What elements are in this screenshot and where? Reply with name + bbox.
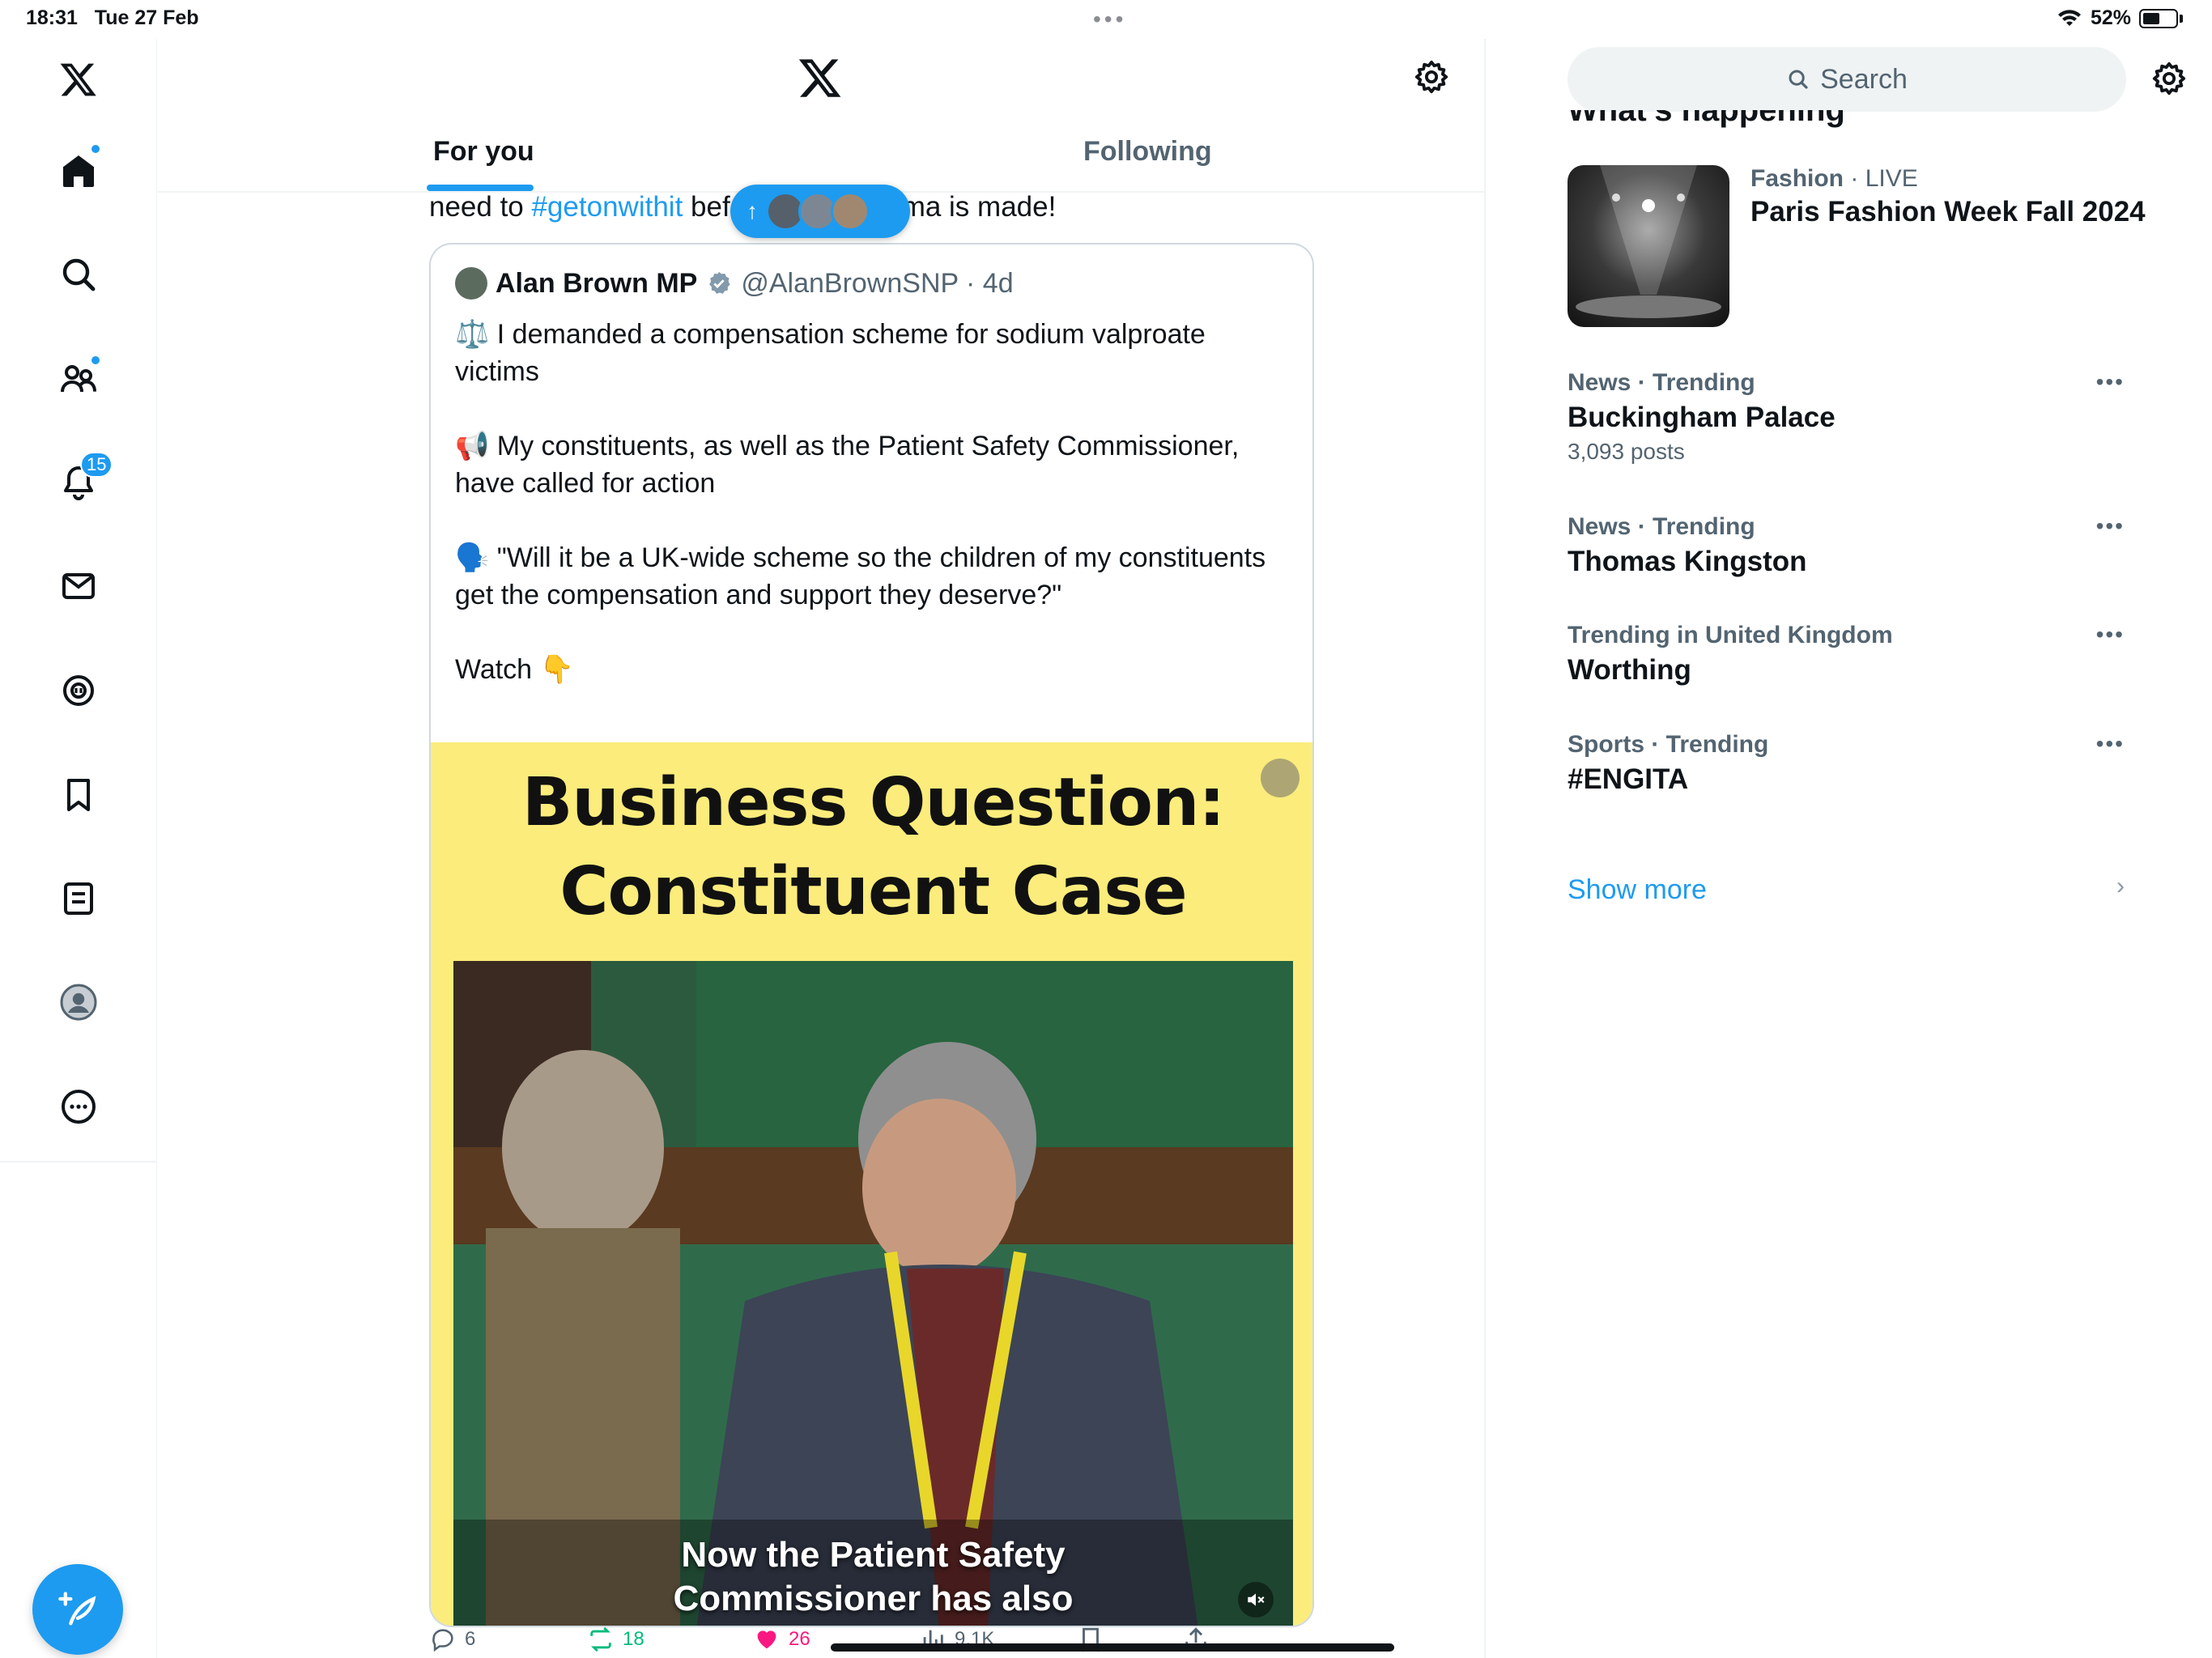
trend-more-icon[interactable]: ••• (2096, 731, 2125, 757)
mute-icon[interactable] (1238, 1582, 1274, 1618)
content-badge-icon[interactable] (1261, 759, 1300, 797)
quote-paragraph: 🗣️ "Will it be a UK-wide scheme so the c… (455, 542, 1266, 610)
grok-icon (63, 675, 94, 706)
trend-title: Worthing (1568, 654, 1691, 686)
media-title: Business Question: Constituent Case (521, 764, 1225, 930)
trend-item[interactable]: News · Trending Thomas Kingston ••• (1568, 513, 2199, 578)
quote-author-name[interactable]: Alan Brown MP (496, 268, 697, 300)
search-icon (1789, 70, 1808, 89)
trend-title: #ENGITA (1568, 763, 1689, 795)
tweet-actions: 6 18 26 9.1K (429, 1626, 1360, 1658)
right-sidebar: Search What's happening Fashion · LIVE P… (1487, 39, 2212, 1658)
video-frame[interactable]: Now the Patient Safety Commissioner has … (453, 961, 1293, 1626)
sidebar-item-messages[interactable] (46, 554, 111, 619)
feather-plus-icon (58, 1592, 96, 1626)
reply-button[interactable]: 6 (429, 1626, 475, 1653)
heart-icon (757, 1630, 776, 1649)
sidebar-item-communities[interactable] (46, 346, 111, 411)
sidebar-item-bookmarks[interactable] (46, 763, 111, 827)
quote-paragraph: Watch 👇 (455, 654, 574, 685)
gear-icon[interactable] (2150, 60, 2188, 97)
sidebar-item-lists[interactable] (46, 866, 111, 931)
sidebar: 15 (0, 39, 157, 1658)
battery-icon (2139, 8, 2178, 28)
sidebar-item-notifications[interactable]: 15 (46, 450, 113, 515)
trend-item[interactable]: Trending in United Kingdom Worthing ••• (1568, 622, 2199, 687)
tab-for-you[interactable]: For you (433, 136, 534, 168)
gear-icon[interactable] (1413, 58, 1450, 96)
sidebar-item-more[interactable] (46, 1074, 111, 1139)
arrow-up-icon: ↑ (747, 198, 758, 223)
x-logo-icon[interactable] (46, 47, 111, 112)
quote-body: ⚖️ I demanded a compensation scheme for … (455, 316, 1297, 688)
profile-avatar-icon (60, 984, 97, 1021)
video-media[interactable]: Business Question: Constituent Case Now … (431, 742, 1312, 1626)
show-more-link[interactable]: Show more (1568, 874, 1707, 906)
trend-more-icon[interactable]: ••• (2096, 369, 2125, 395)
sidebar-item-explore[interactable] (46, 242, 111, 307)
avatar (831, 192, 870, 231)
x-logo-icon[interactable] (798, 55, 843, 100)
section-title: What's happening (1568, 110, 1845, 128)
search-input[interactable]: Search (1568, 47, 2126, 112)
trend-thumbnail (1568, 165, 1729, 327)
sidebar-item-grok[interactable] (46, 658, 111, 723)
main-timeline: need to #getonwithit bef ma is made! Alan… (158, 39, 1486, 1658)
video-scene (453, 961, 1293, 1626)
repost-button[interactable]: 18 (587, 1626, 644, 1653)
home-dot (90, 143, 101, 155)
trend-item-live[interactable]: Fashion · LIVE Paris Fashion Week Fall 2… (1568, 165, 2199, 327)
active-tab-indicator (427, 185, 534, 191)
quote-header: Alan Brown MP @AlanBrownSNP · 4d (455, 267, 1014, 300)
envelope-icon (62, 573, 95, 599)
like-button[interactable]: 26 (753, 1626, 810, 1653)
home-icon (63, 155, 94, 187)
video-caption: Now the Patient Safety Commissioner has … (673, 1535, 1074, 1618)
trend-title: Thomas Kingston (1568, 546, 1807, 577)
search-icon (62, 258, 96, 291)
sidebar-item-profile[interactable] (46, 970, 111, 1035)
trend-item[interactable]: News · Trending Buckingham Palace 3,093 … (1568, 369, 2199, 465)
compose-button[interactable] (32, 1564, 123, 1655)
trend-more-icon[interactable]: ••• (2096, 513, 2125, 539)
bookmark-icon (67, 779, 90, 811)
notification-badge: 15 (80, 452, 113, 478)
quote-avatar[interactable] (455, 267, 487, 300)
trend-item[interactable]: Sports · Trending #ENGITA ••• (1568, 731, 2199, 796)
tab-following[interactable]: Following (1083, 136, 1212, 168)
trend-more-icon[interactable]: ••• (2096, 622, 2125, 648)
search-placeholder: Search (1820, 63, 1908, 95)
sidebar-divider (0, 1161, 157, 1163)
more-icon (62, 1090, 96, 1124)
chevron-right-icon[interactable]: › (2116, 873, 2125, 900)
status-time: 18:31 Tue 27 Feb (26, 6, 199, 29)
quote-paragraph: 📢 My constituents, as well as the Patien… (455, 431, 1240, 499)
trend-title: Buckingham Palace (1568, 402, 1836, 433)
battery-percent: 52% (2090, 6, 2131, 29)
hashtag-link[interactable]: #getonwithit (532, 191, 683, 223)
wifi-icon (2057, 9, 2081, 26)
verified-badge-icon (709, 271, 730, 294)
home-indicator (831, 1643, 1394, 1652)
quote-tweet-card[interactable]: Alan Brown MP @AlanBrownSNP · 4d ⚖️ I de… (429, 243, 1314, 1627)
trend-posts: 3,093 posts (1568, 439, 1685, 464)
quote-author-handle: @AlanBrownSNP · 4d (741, 267, 1014, 299)
status-bar: 18:31 Tue 27 Feb ••• 52% (0, 0, 2212, 39)
trend-category: Fashion · LIVE (1750, 165, 1918, 192)
sidebar-item-home[interactable] (46, 138, 111, 203)
timeline-header: For you Following (158, 39, 1484, 193)
trend-title: Paris Fashion Week Fall 2024 (1750, 196, 2146, 227)
repost-icon (590, 1626, 611, 1652)
reply-icon (432, 1629, 453, 1652)
multitasking-dots-icon[interactable]: ••• (1093, 6, 1126, 32)
quote-paragraph: ⚖️ I demanded a compensation scheme for … (455, 319, 1206, 387)
lists-icon (64, 882, 93, 915)
new-posts-pill[interactable]: ↑ (730, 185, 910, 238)
communities-dot (90, 355, 101, 366)
status-right: 52% (2057, 6, 2183, 30)
